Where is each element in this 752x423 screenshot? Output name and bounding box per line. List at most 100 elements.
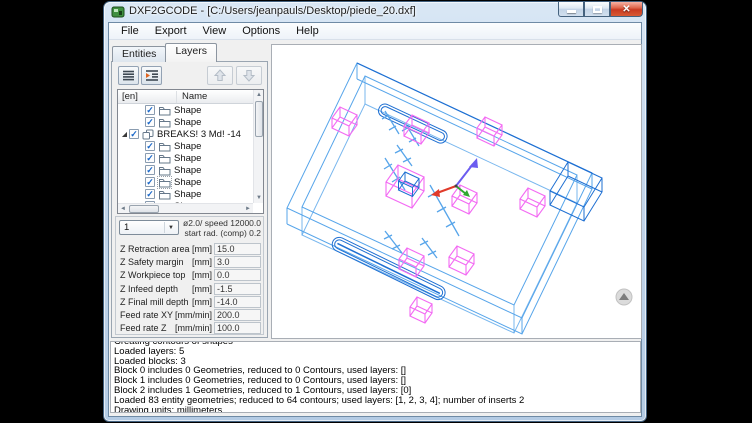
layer-name: Shape	[174, 153, 201, 164]
parameter-row: Z Final mill depth [mm] -14.0	[118, 295, 261, 308]
folder-icon	[158, 165, 171, 176]
maximize-icon	[593, 6, 602, 13]
list-icon	[122, 70, 135, 81]
folder-icon	[158, 105, 171, 116]
parameter-label: Z Final mill depth	[118, 297, 192, 307]
parameter-value-field[interactable]: 15.0	[214, 243, 261, 255]
titlebar[interactable]: DXF2GCODE - [C:/Users/jeanpauls/Desktop/…	[104, 2, 646, 22]
tree-column-name[interactable]: Name	[182, 91, 207, 102]
graphics-viewport[interactable]	[271, 44, 642, 339]
parameter-label: Feed rate XY	[118, 310, 175, 320]
parameter-value-field[interactable]: -1.5	[214, 283, 261, 295]
parameter-row: Feed rate Z [mm/min] 100.0	[118, 322, 261, 335]
layer-visibility-checkbox[interactable]: ✓	[145, 153, 155, 163]
app-icon	[111, 5, 125, 19]
layer-visibility-checkbox[interactable]: ✓	[145, 177, 155, 187]
expand-tree-button[interactable]	[141, 66, 162, 85]
tree-row[interactable]: ✓	[118, 188, 253, 200]
tree-row[interactable]: ✓	[118, 128, 253, 140]
scroll-down-icon[interactable]: ▼	[254, 193, 264, 203]
parameter-label: Z Retraction area	[118, 244, 192, 254]
log-line: Loaded layers: 5	[114, 347, 637, 357]
scroll-left-icon[interactable]: ◄	[118, 204, 128, 214]
tree-row[interactable]: ✓	[118, 116, 253, 128]
shape-parameters-panel: 1 ▼ ø2.0/ speed 12000.0 start rad. (comp…	[115, 216, 264, 335]
parameter-row: Z Safety margin [mm] 3.0	[118, 255, 261, 268]
column-separator[interactable]	[176, 91, 177, 103]
check-icon: ✓	[130, 130, 138, 138]
parameter-row: Z Workpiece top [mm] 0.0	[118, 269, 261, 282]
dxf-wireframe-canvas	[272, 45, 641, 338]
menu-item[interactable]: Export	[147, 24, 195, 38]
move-layer-down-button[interactable]	[236, 66, 262, 85]
layer-name: Shape	[174, 105, 201, 116]
tree-row[interactable]: ✓	[118, 140, 253, 152]
layer-tree: [en] Name ✓	[117, 89, 264, 214]
collapse-tree-button[interactable]	[118, 66, 139, 85]
layer-name: BREAKS! 3 Md! -14	[157, 129, 241, 140]
check-icon: ✓	[146, 178, 154, 186]
parameter-value-field[interactable]: -14.0	[214, 296, 261, 308]
layer-visibility-checkbox[interactable]: ✓	[145, 165, 155, 175]
tool-number-value: 1	[124, 222, 129, 233]
move-layer-up-button[interactable]	[207, 66, 233, 85]
tree-horizontal-scrollbar[interactable]: ◄ ►	[118, 203, 253, 213]
layer-name: Shape	[174, 177, 201, 188]
tree-row[interactable]: ✓	[118, 104, 253, 116]
tool-info-line2: start rad. (comp) 0.2	[183, 228, 261, 238]
parameter-row: Feed rate XY [mm/min] 200.0	[118, 308, 261, 321]
minimize-button[interactable]	[558, 2, 584, 17]
scrollbar-thumb[interactable]	[255, 101, 263, 137]
layer-visibility-checkbox[interactable]: ✓	[145, 105, 155, 115]
parameter-fields: Z Retraction area [mm] 15.0 Z Safety mar…	[118, 242, 261, 335]
menu-item[interactable]: Options	[234, 24, 288, 38]
tool-info: ø2.0/ speed 12000.0 start rad. (comp) 0.…	[183, 218, 261, 238]
tree-vertical-scrollbar[interactable]: ▲ ▼	[253, 90, 263, 203]
parameter-unit: [mm]	[192, 284, 212, 294]
parameter-unit: [mm]	[192, 297, 212, 307]
message-log[interactable]: Creating contours of shapesLoaded layers…	[110, 341, 641, 413]
folder-icon	[158, 177, 171, 188]
parameter-row: Z Retraction area [mm] 15.0	[118, 242, 261, 255]
arrow-up-icon	[213, 69, 227, 82]
arrow-down-icon	[242, 69, 256, 82]
expander-icon[interactable]	[120, 130, 128, 138]
parameter-unit: [mm]	[192, 244, 212, 254]
check-icon: ✓	[146, 166, 154, 174]
check-icon: ✓	[146, 154, 154, 162]
layer-visibility-checkbox[interactable]: ✓	[145, 117, 155, 127]
log-line: Drawing units: millimeters	[114, 406, 637, 413]
menu-item[interactable]: Help	[288, 24, 327, 38]
layer-visibility-checkbox[interactable]: ✓	[129, 129, 139, 139]
axis-triad	[431, 158, 478, 197]
parameter-value-field[interactable]: 200.0	[214, 309, 261, 321]
sidebar-tab[interactable]: Layers	[165, 43, 217, 62]
tool-number-dropdown[interactable]: 1 ▼	[119, 220, 179, 235]
menu-item[interactable]: View	[195, 24, 235, 38]
sidebar-tab[interactable]: Entities	[112, 46, 166, 62]
scroll-up-icon[interactable]: ▲	[254, 90, 264, 100]
check-icon: ✓	[146, 190, 154, 198]
menu-item[interactable]: File	[113, 24, 147, 38]
parameter-value-field[interactable]: 0.0	[214, 269, 261, 281]
layer-visibility-checkbox[interactable]: ✓	[145, 141, 155, 151]
tree-header[interactable]: [en] Name	[118, 90, 263, 104]
tree-row[interactable]: ✓	[118, 152, 253, 164]
scroll-right-icon[interactable]: ►	[243, 204, 253, 214]
view-orientation-ball[interactable]	[616, 289, 632, 305]
check-icon: ✓	[146, 118, 154, 126]
chevron-down-icon: ▼	[164, 222, 177, 233]
tool-info-line1: ø2.0/ speed 12000.0	[183, 218, 261, 228]
tree-row[interactable]: ✓	[118, 176, 253, 188]
parameter-value-field[interactable]: 100.0	[214, 322, 261, 334]
indented-list-icon	[145, 70, 159, 81]
tree-row[interactable]: ✓	[118, 164, 253, 176]
maximize-button[interactable]	[584, 2, 610, 17]
scrollbar-thumb[interactable]	[129, 205, 159, 213]
layer-visibility-checkbox[interactable]: ✓	[145, 189, 155, 199]
tree-column-en[interactable]: [en]	[122, 91, 138, 102]
parameter-value-field[interactable]: 3.0	[214, 256, 261, 268]
menu-bar: FileExportViewOptionsHelp	[109, 23, 641, 40]
slot-bottom	[330, 235, 448, 302]
close-button[interactable]: ✕	[610, 2, 643, 17]
